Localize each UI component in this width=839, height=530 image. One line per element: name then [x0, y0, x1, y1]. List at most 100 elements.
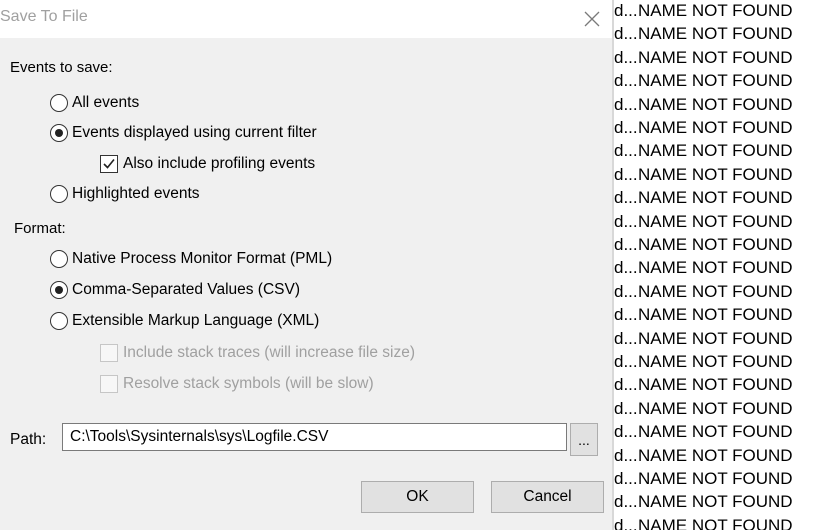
checkbox-checked[interactable] [100, 155, 118, 173]
checkbox-include-profiling[interactable]: Also include profiling events [100, 153, 315, 175]
cancel-button[interactable]: Cancel [491, 481, 604, 513]
list-item-value: NAME NOT FOUND [638, 141, 793, 161]
radio-format-xml[interactable]: Extensible Markup Language (XML) [50, 310, 319, 332]
radio-format-pml-label: Native Process Monitor Format (PML) [72, 250, 333, 267]
list-item-prefix: d... [614, 515, 638, 530]
list-item: d...NAME NOT FOUND [614, 69, 793, 92]
list-item-value: NAME NOT FOUND [638, 118, 793, 137]
close-icon [584, 11, 600, 27]
list-item-value: NAME NOT FOUND [638, 94, 793, 114]
list-item-prefix: d... [614, 94, 638, 114]
list-item-value: NAME NOT FOUND [638, 328, 793, 348]
list-item-prefix: d... [614, 445, 638, 465]
radio-button[interactable] [50, 250, 68, 268]
list-item: d...NAME NOT FOUND [614, 373, 793, 396]
list-item: d...NAME NOT FOUND [614, 93, 793, 116]
radio-button[interactable] [50, 94, 68, 112]
list-item-prefix: d... [614, 235, 638, 254]
list-item-prefix: d... [614, 118, 638, 137]
list-item-prefix: d... [614, 469, 638, 488]
list-item-prefix: d... [614, 71, 638, 91]
list-item-prefix: d... [614, 24, 638, 44]
list-item-value: NAME NOT FOUND [638, 352, 793, 371]
list-item-prefix: d... [614, 375, 638, 395]
browse-button[interactable]: ... [570, 423, 598, 456]
list-item-prefix: d... [614, 188, 638, 208]
list-item: d...NAME NOT FOUND [614, 467, 793, 490]
list-item-value: NAME NOT FOUND [638, 305, 793, 325]
list-item-prefix: d... [614, 305, 638, 325]
list-item: d...NAME NOT FOUND [614, 233, 793, 256]
checkbox-include-stack-traces-label: Include stack traces (will increase file… [123, 344, 416, 361]
ok-button[interactable]: OK [361, 481, 474, 513]
list-item-value: NAME NOT FOUND [638, 71, 793, 91]
list-item-value: NAME NOT FOUND [638, 469, 793, 488]
list-item-value: NAME NOT FOUND [638, 235, 793, 254]
list-item-value: NAME NOT FOUND [638, 211, 793, 231]
dialog-title: Save To File [0, 8, 88, 25]
radio-format-xml-label: Extensible Markup Language (XML) [72, 312, 320, 329]
radio-format-pml[interactable]: Native Process Monitor Format (PML) [50, 248, 332, 270]
list-item-value: NAME NOT FOUND [638, 375, 793, 395]
list-item-prefix: d... [614, 211, 638, 231]
radio-button[interactable] [50, 312, 68, 330]
list-item-value: NAME NOT FOUND [638, 164, 793, 184]
list-item-value: NAME NOT FOUND [638, 1, 793, 20]
dialog-titlebar: Save To File [0, 0, 613, 38]
list-item: d...NAME NOT FOUND [614, 22, 793, 45]
list-item-value: NAME NOT FOUND [638, 281, 793, 301]
radio-button-selected[interactable] [50, 124, 68, 142]
list-item: d...NAME NOT FOUND [614, 420, 793, 443]
list-item-value: NAME NOT FOUND [638, 47, 793, 67]
checkbox-disabled[interactable] [100, 375, 118, 393]
list-item-prefix: d... [614, 352, 638, 371]
radio-all-events-label: All events [72, 94, 140, 111]
checkbox-disabled[interactable] [100, 344, 118, 362]
list-item: d...NAME NOT FOUND [614, 256, 793, 279]
close-button[interactable] [575, 4, 609, 34]
list-item-value: NAME NOT FOUND [638, 422, 793, 442]
radio-all-events[interactable]: All events [50, 92, 139, 114]
list-item: d...NAME NOT FOUND [614, 163, 793, 186]
checkbox-resolve-stack-symbols-label: Resolve stack symbols (will be slow) [123, 375, 374, 392]
list-item: d...NAME NOT FOUND [614, 327, 793, 350]
list-item-prefix: d... [614, 258, 638, 278]
list-item-prefix: d... [614, 422, 638, 442]
checkmark-icon [103, 158, 115, 169]
list-item: d...NAME NOT FOUND [614, 444, 793, 467]
radio-events-displayed-filter[interactable]: Events displayed using current filter [50, 122, 317, 144]
list-item: d...NAME NOT FOUND [614, 280, 793, 303]
list-item-prefix: d... [614, 492, 638, 512]
save-to-file-dialog: Save To File Events to save: All events … [0, 0, 613, 530]
list-item-value: NAME NOT FOUND [638, 515, 793, 530]
list-item-value: NAME NOT FOUND [638, 398, 793, 418]
list-item: d...NAME NOT FOUND [614, 514, 793, 530]
list-item-value: NAME NOT FOUND [638, 24, 793, 44]
list-item-value: NAME NOT FOUND [638, 188, 793, 208]
checkbox-resolve-stack-symbols[interactable]: Resolve stack symbols (will be slow) [100, 373, 374, 395]
radio-format-csv[interactable]: Comma-Separated Values (CSV) [50, 279, 300, 301]
checkbox-include-stack-traces[interactable]: Include stack traces (will increase file… [100, 342, 415, 364]
list-item: d...NAME NOT FOUND [614, 210, 793, 233]
list-item: d...NAME NOT FOUND [614, 397, 793, 420]
list-item: d...NAME NOT FOUND [614, 0, 793, 22]
list-item-prefix: d... [614, 1, 638, 20]
radio-button-selected[interactable] [50, 281, 68, 299]
background-results-list: d...NAME NOT FOUND d...NAME NOT FOUND d...… [614, 0, 839, 530]
list-item: d...NAME NOT FOUND [614, 350, 793, 373]
checkbox-include-profiling-label: Also include profiling events [123, 155, 316, 172]
events-to-save-label: Events to save: [10, 59, 113, 76]
list-item-prefix: d... [614, 47, 638, 67]
list-item-prefix: d... [614, 328, 638, 348]
list-item: d...NAME NOT FOUND [614, 490, 793, 513]
radio-highlighted-events[interactable]: Highlighted events [50, 183, 200, 205]
list-item-value: NAME NOT FOUND [638, 492, 793, 512]
dialog-border [612, 0, 614, 530]
list-item-prefix: d... [614, 164, 638, 184]
radio-button[interactable] [50, 185, 68, 203]
path-input[interactable] [62, 423, 567, 451]
list-item: d...NAME NOT FOUND [614, 116, 793, 139]
list-item: d...NAME NOT FOUND [614, 46, 793, 69]
format-label: Format: [14, 220, 66, 237]
list-item-value: NAME NOT FOUND [638, 258, 793, 278]
